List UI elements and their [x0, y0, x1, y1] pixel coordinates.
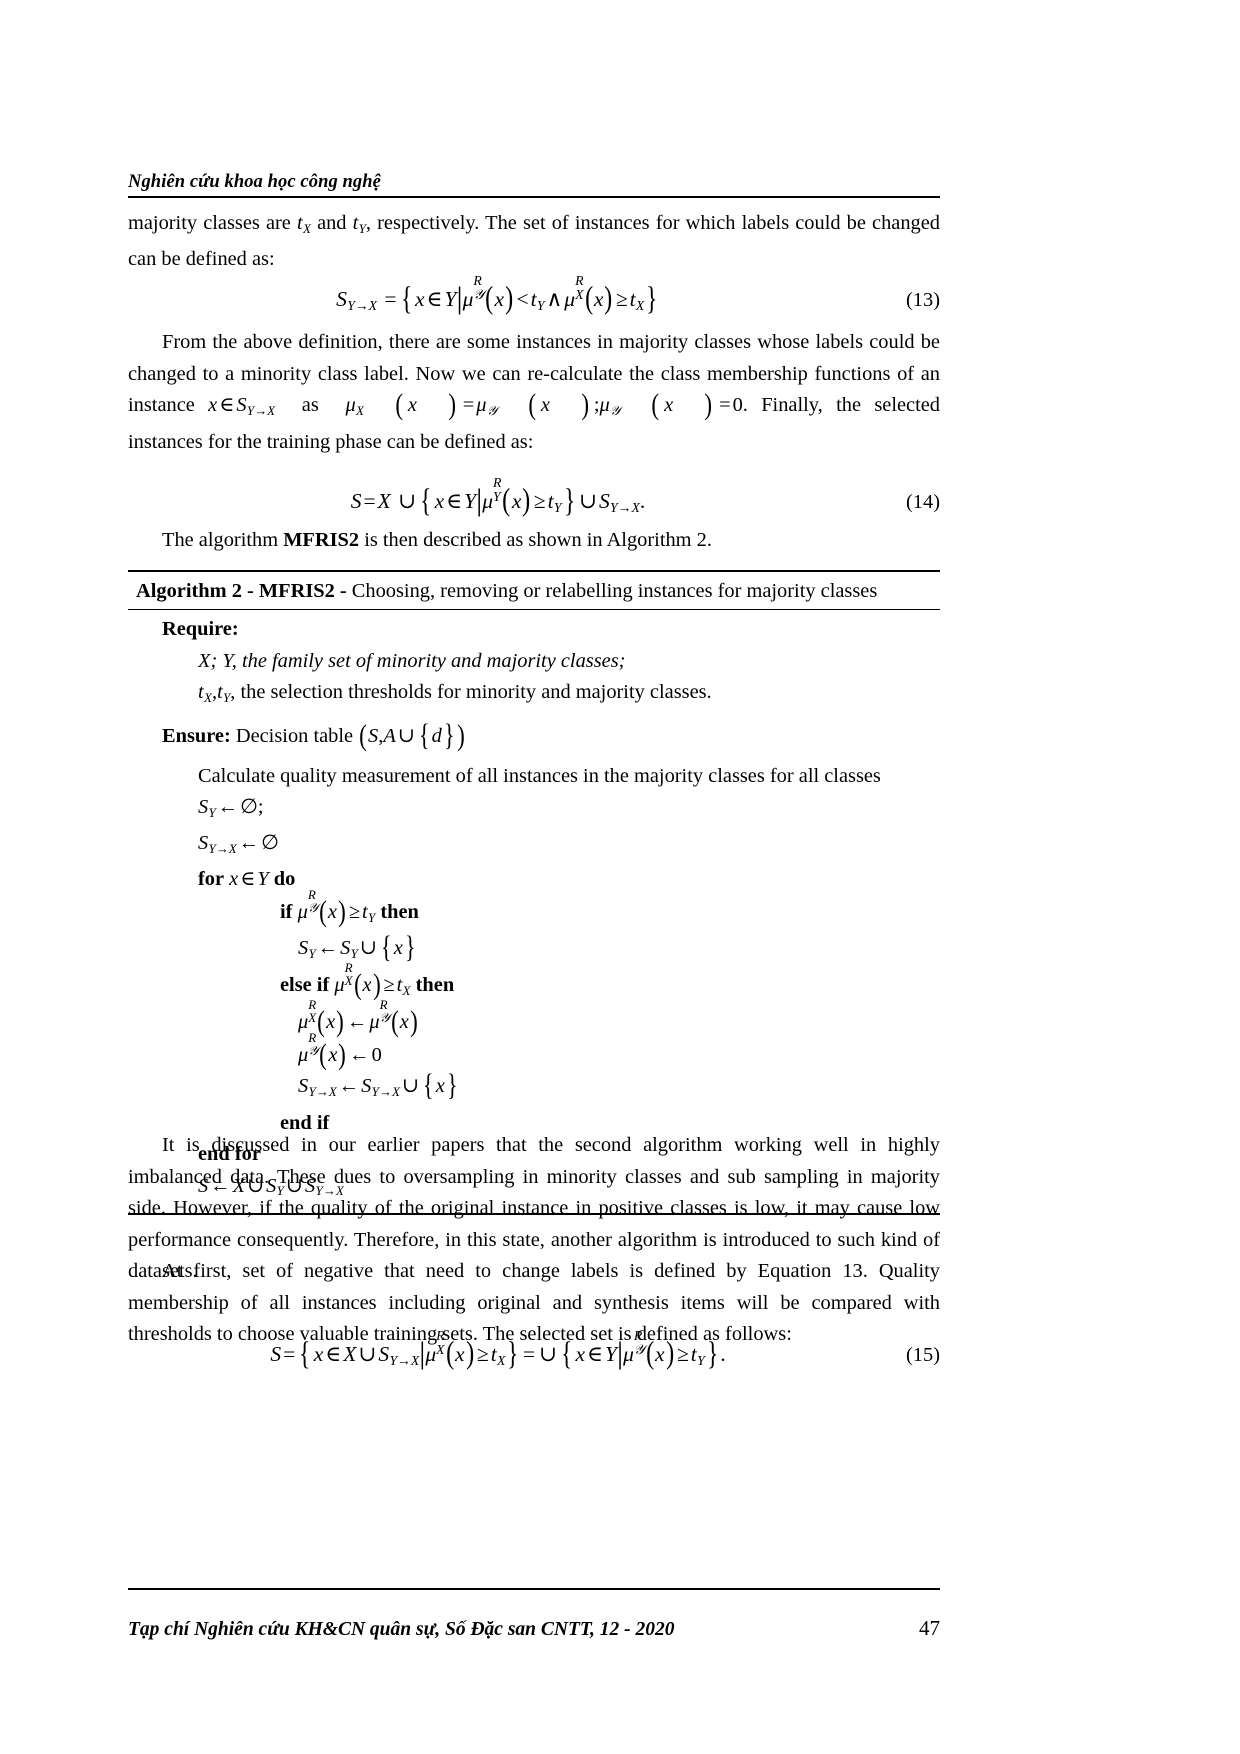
require-keyword: Require: — [162, 618, 239, 640]
equation-15-expression: S={x∈X∪SY→X|μ R X (x) ≥tX} = ∪{x∈Y|μ R 𝒴 (x) ≥tY}. — [270, 1328, 726, 1371]
p3-after: is then described as shown in Algorithm … — [359, 529, 712, 551]
paper-page: Nghiên cứu khoa học công nghệ majority c… — [128, 0, 940, 1754]
if-keyword: if — [280, 900, 293, 923]
require-line-2-text: the selection thresholds for minority an… — [235, 681, 712, 703]
algorithm-step-if: if μ R 𝒴 (x) ≥tY then — [128, 886, 940, 933]
equation-15-number: (15) — [906, 1343, 940, 1366]
p1-mid: and — [310, 212, 353, 234]
footer-page-number: 47 — [919, 1616, 940, 1640]
equation-13-number: (13) — [906, 288, 940, 311]
p1-ty-symbol: tY — [352, 212, 366, 236]
p2-membership-math: μX(x) =μ𝒴(x) ;μ𝒴(x) =0 — [345, 388, 743, 421]
then-keyword-2: then — [415, 974, 455, 997]
algorithm-title: Algorithm 2 - MFRIS2 - Choosing, removin… — [128, 572, 940, 609]
elseif-condition-math: μ R X (x) ≥tX — [329, 959, 411, 1001]
equation-14-body: S=X ∪{x∈Y|μ R Y (x) ≥tY} ∪SY→X. — [128, 475, 868, 518]
for-keyword: for — [198, 868, 225, 891]
equation-13-expression: SY→X ={x∈Y|μ R 𝒴 (x) <tY∧μ R X (x) ≥tX} — [336, 273, 658, 316]
for-range-math: x∈Y — [224, 868, 274, 891]
algorithm-step-sy-update: SY←SY∪{x} — [128, 930, 940, 969]
sy-update-math: SY←SY∪{x} — [298, 930, 416, 965]
paragraph-5: At first, set of negative that need to c… — [128, 1256, 940, 1351]
require-line-2-math: tX,tY, — [198, 681, 236, 705]
p3-before: The algorithm — [162, 529, 284, 551]
algorithm-ensure-line: Ensure: Decision table (S,A∪{d}) — [128, 713, 940, 753]
equation-13-row: SY→X ={x∈Y|μ R 𝒴 (x) <tY∧μ R X (x) ≥tX} (13) — [128, 273, 940, 316]
equation-15-body: S={x∈X∪SY→X|μ R X (x) ≥tX} = ∪{x∈Y|μ R 𝒴 (x) ≥tY}. — [128, 1328, 868, 1371]
require-line-1-text: X; Y, the family set of minority and maj… — [198, 649, 626, 672]
algorithm-require-line-2: tX,tY, the selection thresholds for mino… — [128, 677, 940, 713]
equation-14-number: (14) — [906, 490, 940, 513]
p2-instance-math: x∈SY→X — [208, 394, 276, 418]
if-condition-math: μ R 𝒴 (x) ≥tY — [292, 886, 376, 928]
algorithm-step-syx-update: SY→X←SY→X∪{x} — [128, 1068, 940, 1107]
footer-row: Tạp chí Nghiên cứu KH&CN quân sự, Số Đặc… — [128, 1590, 940, 1641]
paragraph-3: The algorithm MFRIS2 is then described a… — [128, 525, 940, 557]
paragraph-2-text: From the above definition, there are som… — [128, 327, 940, 459]
algorithm-step-syx-init: SY→X←∅ — [128, 828, 940, 864]
syx-update-math: SY→X←SY→X∪{x} — [298, 1068, 458, 1103]
algorithm-title-bold: Algorithm 2 - MFRIS2 - — [136, 580, 347, 602]
equation-13-body: SY→X ={x∈Y|μ R 𝒴 (x) <tY∧μ R X (x) ≥tX} — [128, 273, 868, 316]
step-syx-init-math: SY→X←∅ — [198, 832, 279, 856]
algorithm-step-muy-zero: μ R 𝒴 (x) ←0 — [128, 1029, 940, 1072]
algorithm-step-mux-update: μ R X (x) ←μ R 𝒴 (x) — [128, 997, 940, 1039]
algorithm-title-rest: Choosing, removing or relabelling instan… — [346, 580, 878, 602]
paragraph-2: From the above definition, there are som… — [128, 327, 940, 459]
paragraph-1: majority classes are tX and tY, respecti… — [128, 208, 940, 276]
do-keyword: do — [273, 868, 296, 891]
step-sy-init-math: SY←∅; — [198, 796, 264, 820]
running-head-text: Nghiên cứu khoa học công nghệ — [128, 172, 381, 192]
algorithm-step-elseif: else if μ R X (x) ≥tX then — [128, 959, 940, 1006]
header-rule — [128, 196, 940, 199]
page-footer: Tạp chí Nghiên cứu KH&CN quân sự, Số Đặc… — [128, 1588, 940, 1641]
ensure-keyword: Ensure: — [162, 725, 231, 748]
paragraph-3-text: The algorithm MFRIS2 is then described a… — [128, 525, 940, 557]
equation-14-row: S=X ∪{x∈Y|μ R Y (x) ≥tY} ∪SY→X. (14) — [128, 475, 940, 518]
paragraph-5-text: At first, set of negative that need to c… — [128, 1260, 940, 1345]
step-calculate-text: Calculate quality measurement of all ins… — [198, 764, 881, 787]
algorithm-require-line-1: X; Y, the family set of minority and maj… — [128, 646, 940, 678]
then-keyword-1: then — [380, 900, 419, 923]
algorithm-step-calculate: Calculate quality measurement of all ins… — [128, 753, 940, 793]
footer-journal: Tạp chí Nghiên cứu KH&CN quân sự, Số Đặc… — [128, 1619, 675, 1640]
elseif-keyword: else if — [280, 974, 330, 997]
algorithm-steps: Require: X; Y, the family set of minorit… — [128, 610, 940, 1213]
p2-as: as — [275, 394, 346, 416]
algorithm-step-for: for x∈Y do — [128, 864, 940, 896]
p3-algorithm-name: MFRIS2 — [283, 529, 360, 551]
algorithm-step-sy-init: SY←∅; — [128, 792, 940, 828]
p1-tx-symbol: tX — [296, 212, 311, 236]
algorithm-require-label: Require: — [128, 614, 940, 646]
muy-zero-math: μ R 𝒴 (x) ←0 — [298, 1029, 382, 1071]
algorithm-2-block: Algorithm 2 - MFRIS2 - Choosing, removin… — [128, 570, 940, 1215]
paragraph-1-text: majority classes are tX and tY, respecti… — [128, 208, 940, 276]
p1-lead: majority classes are — [128, 212, 297, 234]
equation-14-expression: S=X ∪{x∈Y|μ R Y (x) ≥tY} ∪SY→X. — [350, 475, 646, 518]
equation-15-row: S={x∈X∪SY→X|μ R X (x) ≥tX} = ∪{x∈Y|μ R 𝒴 (x) ≥tY}.… — [128, 1328, 940, 1371]
running-head: Nghiên cứu khoa học công nghệ — [128, 172, 940, 199]
ensure-description: Decision table — [235, 725, 359, 748]
mux-update-math: μ R X (x) ←μ R 𝒴 (x) — [298, 997, 418, 1039]
ensure-math: (S,A∪{d}) — [359, 718, 466, 753]
